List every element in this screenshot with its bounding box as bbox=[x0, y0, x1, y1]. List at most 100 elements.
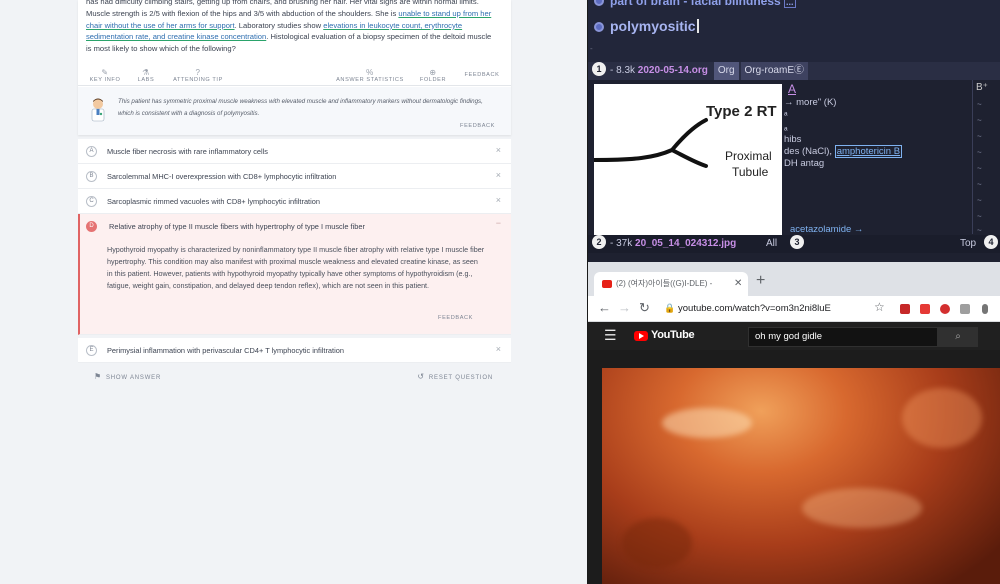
position-indicator: Top bbox=[960, 238, 977, 249]
play-icon bbox=[639, 333, 644, 339]
feedback-button[interactable]: FEEDBACK bbox=[460, 72, 504, 78]
answer-explanation: Hypothyroid myopathy is characterized by… bbox=[107, 245, 485, 290]
answer-option-b[interactable]: B Sarcolemmal MHC-I overexpression with … bbox=[78, 164, 511, 189]
answer-letter: E bbox=[86, 345, 97, 356]
buffer-name: 20_05_14_024312.jpg bbox=[635, 238, 737, 249]
org-buffer[interactable]: part of brain - facial blindness ... pol… bbox=[588, 0, 1000, 62]
org-heading: part of brain - facial blindness ... bbox=[610, 0, 796, 8]
answer-text: Perimysial inflammation with perivascula… bbox=[107, 346, 344, 355]
youtube-extension-icon[interactable] bbox=[920, 304, 930, 314]
mode-line-org: 1- 8.3k 2020-05-14.org Org Org-roamEⒺ bbox=[588, 62, 1000, 80]
diagram-label: Tubule bbox=[732, 165, 769, 179]
window-number-badge: 1 bbox=[592, 62, 606, 76]
answer-text: Sarcolemmal MHC-I overexpression with CD… bbox=[107, 172, 337, 181]
microphone-icon[interactable] bbox=[982, 304, 988, 314]
answer-letter: C bbox=[86, 196, 97, 207]
youtube-wordmark[interactable]: YouTube bbox=[651, 329, 695, 341]
menu-icon[interactable]: ☰ bbox=[604, 327, 617, 344]
answer-option-e[interactable]: E Perimysial inflammation with perivascu… bbox=[78, 338, 511, 363]
back-icon[interactable]: ← bbox=[598, 300, 611, 315]
youtube-page: ☰ YouTube oh my god gidle ⌕ bbox=[588, 322, 1000, 584]
emacs-window: part of brain - facial blindness ... pol… bbox=[588, 0, 1000, 262]
side-line: DH antag bbox=[784, 158, 825, 169]
answer-option-c[interactable]: C Sarcoplasmic rimmed vacuoles with CD8+… bbox=[78, 189, 511, 214]
question-actions: ⚑ SHOW ANSWER ↺ RESET QUESTION bbox=[78, 370, 511, 384]
side-line: acetazolamide → bbox=[790, 224, 864, 234]
side-link[interactable]: amphotericin B bbox=[834, 145, 903, 158]
forward-icon[interactable]: → bbox=[618, 300, 631, 315]
labs-button[interactable]: ⚗ LABS bbox=[134, 68, 158, 83]
heading-bullet-icon bbox=[594, 0, 604, 6]
close-tab-icon[interactable]: ✕ bbox=[734, 272, 742, 296]
strike-out-icon[interactable]: × bbox=[496, 195, 501, 205]
browser-tab[interactable]: (2) (여자)아이들((G)I-DLE) - ✕ bbox=[594, 272, 748, 296]
search-icon: ⌕ bbox=[955, 331, 961, 342]
answer-text: Sarcoplasmic rimmed vacuoles with CD8+ l… bbox=[107, 197, 320, 206]
side-line: → more" (K) bbox=[784, 97, 837, 108]
right-fringe-buffer: B⁺ ~ ~ ~ ~ ~ ~ ~ ~ ~ bbox=[972, 80, 1000, 235]
buffer-name: 2020-05-14.org bbox=[637, 65, 708, 76]
answer-text: Relative atrophy of type II muscle fiber… bbox=[109, 222, 365, 231]
attending-tip-button[interactable]: ? ATTENDING TIP bbox=[168, 68, 228, 83]
video-player[interactable] bbox=[602, 368, 1000, 584]
explanation-feedback-link[interactable]: FEEDBACK bbox=[460, 123, 495, 129]
lock-icon: 🔒 bbox=[664, 303, 676, 313]
side-line: ᵃ bbox=[784, 110, 788, 121]
heading-bullet-icon bbox=[594, 22, 604, 32]
org-heading-current[interactable]: polymyositic bbox=[610, 18, 699, 34]
reset-icon: ↺ bbox=[417, 372, 425, 381]
search-button[interactable]: ⌕ bbox=[938, 327, 978, 347]
text-cursor bbox=[696, 19, 699, 33]
browser-window: (2) (여자)아이들((G)I-DLE) - ✕ + ← → ↻ 🔒 yout… bbox=[588, 266, 1000, 584]
answer-letter: D bbox=[86, 221, 97, 232]
explanation-box: This patient has symmetric proximal musc… bbox=[78, 87, 511, 135]
answer-statistics-button[interactable]: % ANSWER STATISTICS bbox=[332, 68, 408, 83]
doctor-avatar-icon bbox=[91, 98, 105, 122]
flag-icon: ⚑ bbox=[94, 372, 102, 381]
tab-title: (2) (여자)아이들((G)I-DLE) - bbox=[616, 279, 713, 288]
window-number-badge: 4 bbox=[984, 235, 998, 249]
strike-out-icon[interactable]: × bbox=[496, 344, 501, 354]
show-answer-button[interactable]: ⚑ SHOW ANSWER bbox=[94, 372, 161, 381]
answer-letter: A bbox=[86, 146, 97, 157]
mode-line-image: 2- 37k 20_05_14_024312.jpg All 3 Top 4 bbox=[588, 235, 1000, 253]
side-line: des (NaCl), amphotericin B bbox=[784, 145, 903, 158]
youtube-header: ☰ YouTube oh my god gidle ⌕ bbox=[588, 322, 1000, 350]
strike-out-icon[interactable]: × bbox=[496, 170, 501, 180]
extension-icon[interactable] bbox=[960, 304, 970, 314]
answer-option-a[interactable]: A Muscle fiber necrosis with rare inflam… bbox=[78, 139, 511, 164]
collapse-icon[interactable]: − bbox=[496, 218, 501, 228]
answer-feedback-link[interactable]: FEEDBACK bbox=[438, 315, 473, 321]
question-toolbar: ✎ KEY INFO ⚗ LABS ? ATTENDING TIP % ANSWER S… bbox=[78, 66, 511, 86]
answer-letter: B bbox=[86, 171, 97, 182]
reset-question-button[interactable]: ↺ RESET QUESTION bbox=[417, 372, 493, 381]
key-info-button[interactable]: ✎ KEY INFO bbox=[84, 68, 126, 83]
fringe-marker: - bbox=[590, 44, 593, 53]
search-input[interactable]: oh my god gidle bbox=[748, 327, 938, 347]
extension-icon[interactable] bbox=[940, 304, 950, 314]
flask-icon: ⚗ bbox=[142, 68, 150, 77]
address-bar-row: ← → ↻ 🔒 youtube.com/watch?v=om3n2ni8luE … bbox=[588, 296, 1000, 322]
image-buffer[interactable]: Type 2 RT Proximal Tubule bbox=[594, 84, 782, 235]
answer-list: A Muscle fiber necrosis with rare inflam… bbox=[78, 139, 511, 363]
answer-text: Muscle fiber necrosis with rare inflamma… bbox=[107, 147, 268, 156]
strike-out-icon[interactable]: × bbox=[496, 145, 501, 155]
side-buffer[interactable]: A → more" (K) ᵃ ᵃ hibs des (NaCl), ampho… bbox=[784, 80, 968, 234]
answer-option-d-selected[interactable]: D Relative atrophy of type II muscle fib… bbox=[78, 214, 511, 335]
bookmark-star-icon[interactable]: ☆ bbox=[874, 300, 885, 314]
chart-icon: % bbox=[366, 68, 374, 77]
pencil-icon: ✎ bbox=[101, 68, 109, 77]
question-stem: has had difficulty climbing stairs, gett… bbox=[86, 0, 498, 55]
new-tab-button[interactable]: + bbox=[756, 272, 765, 290]
youtube-favicon-icon bbox=[602, 280, 612, 288]
window-number-badge: 3 bbox=[790, 235, 804, 249]
url-field[interactable]: youtube.com/watch?v=om3n2ni8luE bbox=[678, 303, 831, 314]
b-icon: B⁺ bbox=[976, 82, 988, 93]
side-line: A bbox=[788, 82, 797, 96]
question-card: has had difficulty climbing stairs, gett… bbox=[78, 0, 511, 135]
extension-icon[interactable] bbox=[900, 304, 910, 314]
diagram-label: Proximal bbox=[725, 149, 772, 163]
folder-button[interactable]: ⊕ FOLDER bbox=[418, 68, 448, 83]
stem-text: . Laboratory studies show bbox=[234, 20, 324, 30]
reload-icon[interactable]: ↻ bbox=[639, 300, 650, 316]
